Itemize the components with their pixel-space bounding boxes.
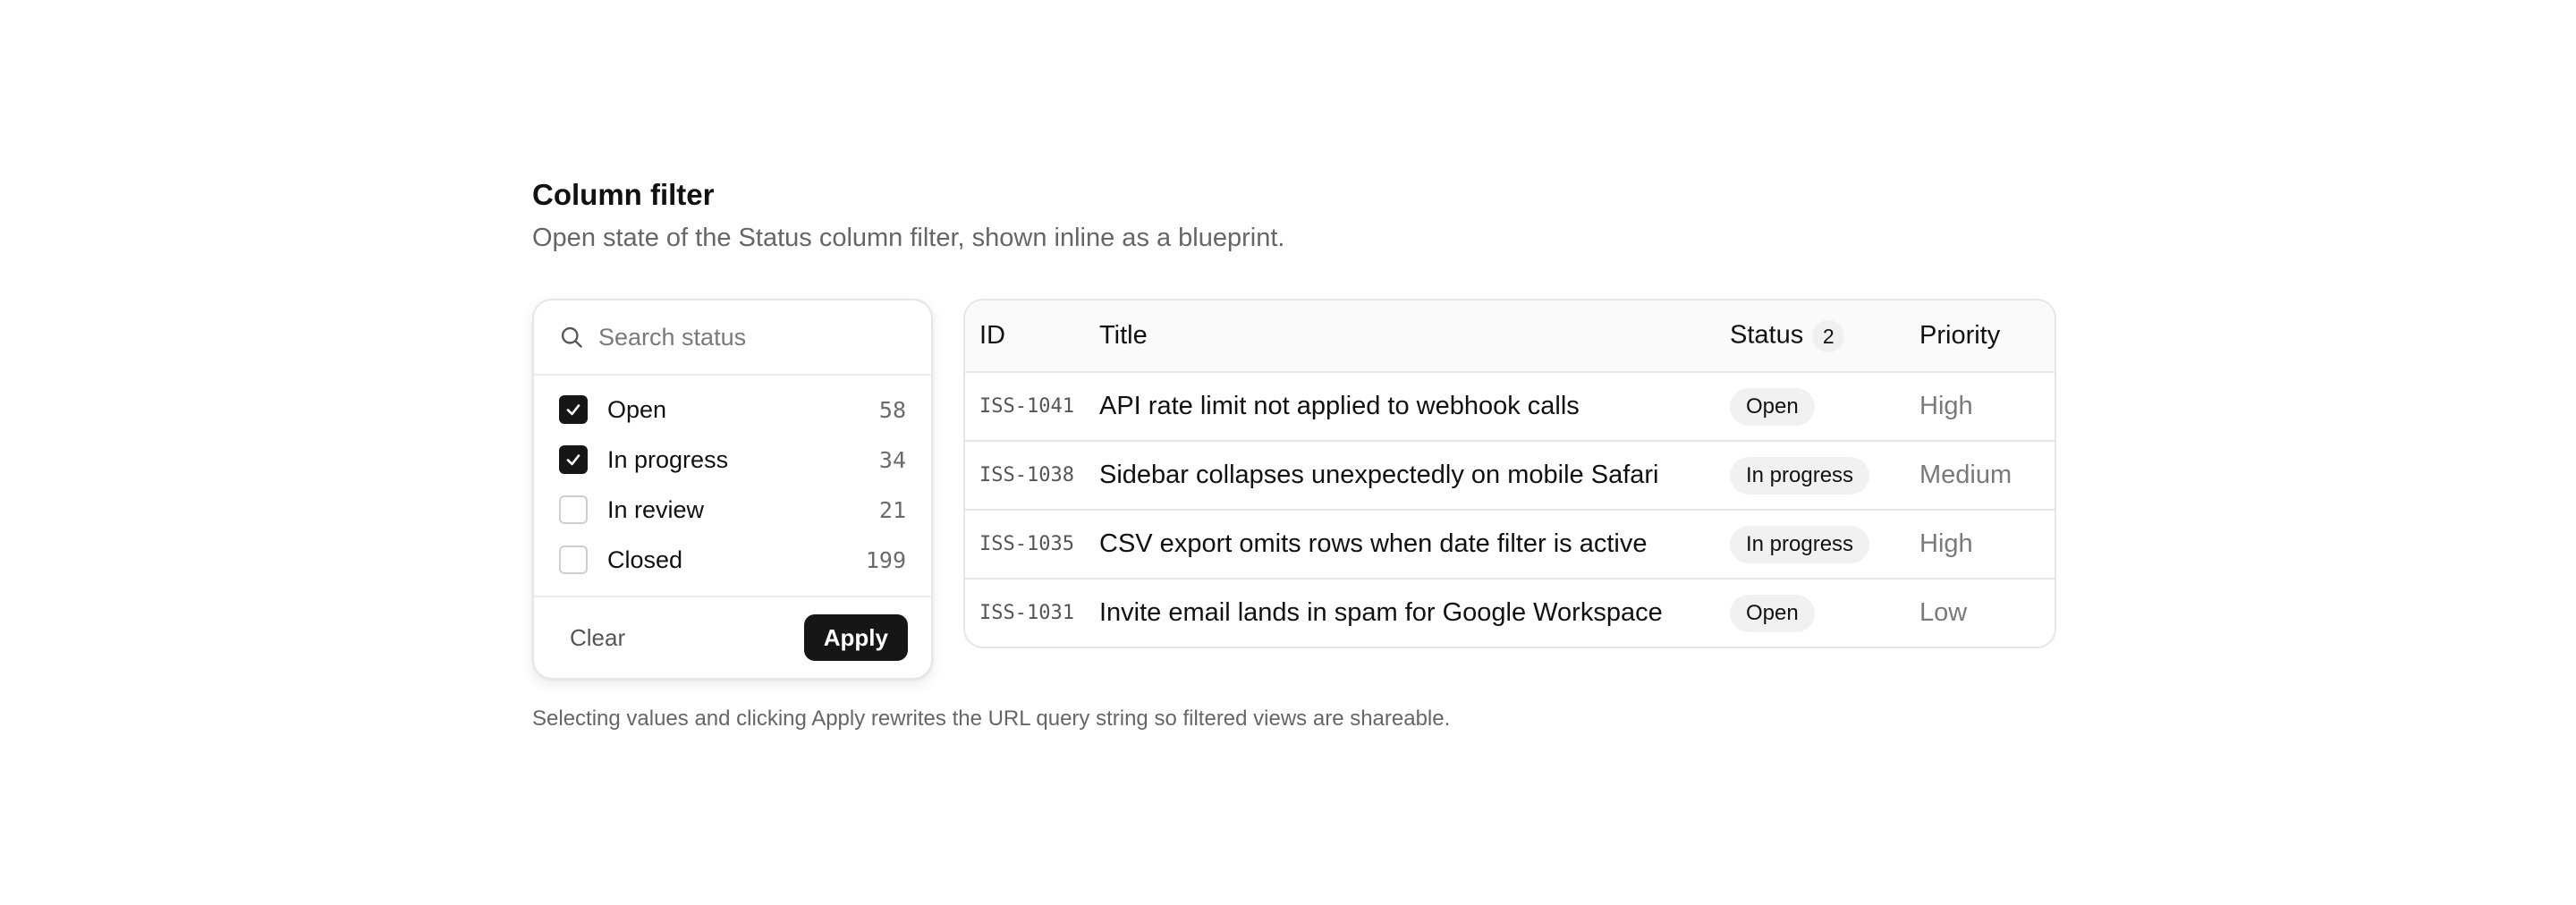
option-label: In progress (607, 445, 729, 473)
filter-actions: Clear Apply (534, 597, 931, 678)
option-count: 58 (878, 396, 906, 423)
column-label: Status (1730, 320, 1804, 350)
table-row[interactable]: ISS-1035 CSV export omits rows when date… (965, 510, 2055, 579)
issue-id: ISS-1035 (979, 533, 1074, 555)
option-count: 34 (878, 446, 906, 473)
issues-table-card: ID Title Status 2 Priority ISS-1041 API r… (963, 299, 2056, 648)
filter-option-in-review[interactable]: In review 21 (534, 485, 931, 535)
check-icon (566, 454, 580, 466)
table-row[interactable]: ISS-1041 API rate limit not applied to w… (965, 372, 2055, 442)
issue-id: ISS-1031 (979, 602, 1074, 624)
checkbox[interactable] (559, 546, 588, 574)
status-badge: Open (1730, 594, 1815, 632)
priority-value: High (1919, 392, 1973, 420)
issue-title: Sidebar collapses unexpectedly on mobile… (1099, 461, 1659, 489)
priority-value: Low (1919, 598, 1968, 627)
checkbox[interactable] (559, 445, 588, 474)
filter-options: Open 58 In progress 34 In review 21 Clos… (534, 376, 931, 597)
column-header-id[interactable]: ID (965, 300, 1099, 373)
column-header-priority[interactable]: Priority (1919, 300, 2055, 373)
issue-id: ISS-1041 (979, 395, 1074, 418)
column-header-status[interactable]: Status 2 (1730, 300, 1919, 373)
table-row[interactable]: ISS-1031 Invite email lands in spam for … (965, 579, 2055, 647)
issue-title: Invite email lands in spam for Google Wo… (1099, 598, 1663, 627)
issues-table: ID Title Status 2 Priority ISS-1041 API r… (965, 300, 2055, 647)
footnote: Selecting values and clicking Apply rewr… (532, 706, 1451, 731)
option-label: Open (607, 395, 667, 423)
page-title: Column filter (532, 178, 715, 211)
status-badge: In progress (1730, 456, 1870, 495)
priority-value: High (1919, 529, 1973, 558)
status-filter-panel: Open 58 In progress 34 In review 21 (532, 299, 933, 680)
table-header-row: ID Title Status 2 Priority (965, 300, 2055, 373)
option-count: 199 (865, 546, 906, 573)
filter-option-open[interactable]: Open 58 (534, 385, 931, 435)
filter-count-badge: 2 (1812, 319, 1845, 352)
search-icon (559, 325, 584, 350)
option-label: In review (607, 495, 705, 523)
page: Column filter Open state of the Status c… (532, 173, 2062, 731)
apply-button[interactable]: Apply (803, 614, 908, 661)
column-label: ID (979, 321, 1005, 350)
column-header-title[interactable]: Title (1099, 300, 1730, 373)
column-label: Priority (1919, 321, 2001, 350)
status-badge: Open (1730, 387, 1815, 426)
status-badge: In progress (1730, 525, 1870, 563)
filter-search (534, 300, 931, 376)
column-label: Title (1099, 321, 1148, 350)
search-input[interactable] (598, 323, 902, 351)
table-row[interactable]: ISS-1038 Sidebar collapses unexpectedly … (965, 441, 2055, 511)
issue-id: ISS-1038 (979, 464, 1074, 486)
clear-button[interactable]: Clear (559, 615, 636, 661)
option-count: 21 (878, 496, 906, 523)
option-label: Closed (607, 546, 683, 573)
checkbox[interactable] (559, 395, 588, 424)
filter-option-in-progress[interactable]: In progress 34 (534, 435, 931, 485)
issue-title: CSV export omits rows when date filter i… (1099, 529, 1648, 558)
priority-value: Medium (1919, 461, 2012, 489)
issue-title: API rate limit not applied to webhook ca… (1099, 392, 1580, 420)
checkbox[interactable] (559, 495, 588, 524)
check-icon (566, 404, 580, 416)
filter-option-closed[interactable]: Closed 199 (534, 535, 931, 585)
content-row: Open 58 In progress 34 In review 21 (532, 299, 2056, 680)
page-subtitle: Open state of the Status column filter, … (532, 224, 1285, 252)
